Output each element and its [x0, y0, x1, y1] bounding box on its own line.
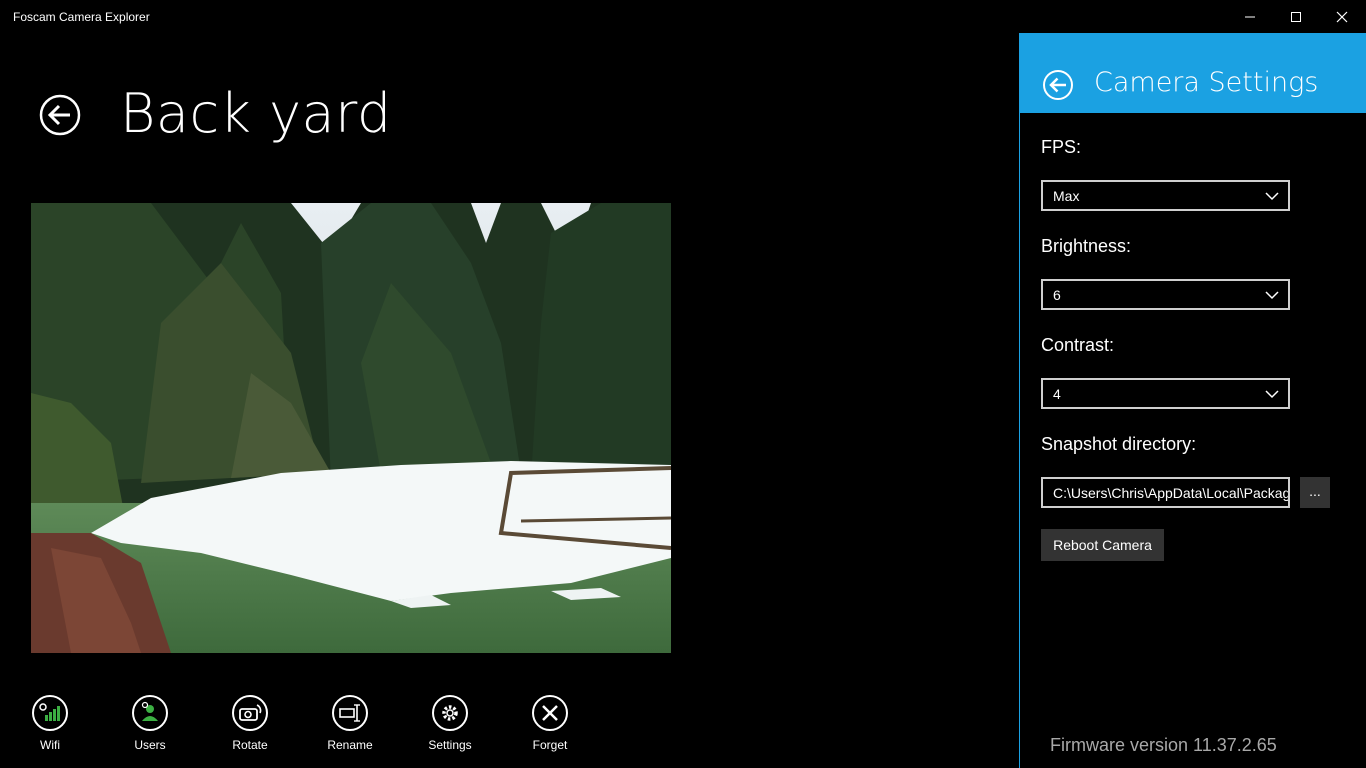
fps-label: FPS:: [1041, 137, 1082, 157]
settings-title: Camera Settings: [1094, 67, 1319, 98]
chevron-down-icon: [1265, 192, 1279, 201]
gear-icon: [432, 695, 468, 731]
camera-settings-pane: Camera Settings FPS: Max Brightness: 6 C…: [1019, 33, 1366, 768]
camera-feed: [31, 203, 671, 653]
firmware-version: Firmware version 11.37.2.65: [1050, 735, 1277, 755]
forget-button[interactable]: Forget: [510, 695, 590, 765]
chevron-down-icon: [1265, 390, 1279, 399]
reboot-camera-button[interactable]: Reboot Camera: [1041, 529, 1164, 561]
brightness-select[interactable]: 6: [1041, 279, 1290, 310]
back-arrow-icon: [39, 94, 81, 136]
wifi-button[interactable]: Wifi: [10, 695, 90, 765]
snapshot-directory-input[interactable]: [1043, 479, 1288, 506]
snapshot-directory-label: Snapshot directory:: [1041, 434, 1197, 454]
minimize-button[interactable]: [1227, 0, 1273, 33]
back-button[interactable]: [39, 94, 81, 136]
maximize-button[interactable]: [1273, 0, 1319, 33]
wifi-signal-icon: [32, 695, 68, 731]
users-label: Users: [134, 738, 166, 752]
rename-icon: [332, 695, 368, 731]
users-icon: [132, 695, 168, 731]
rename-button[interactable]: Rename: [310, 695, 390, 765]
camera-feed-image: [31, 203, 671, 653]
contrast-select[interactable]: 4: [1041, 378, 1290, 409]
fps-value: Max: [1053, 188, 1080, 204]
title-bar: Foscam Camera Explorer: [0, 0, 1366, 33]
rotate-button[interactable]: Rotate: [210, 695, 290, 765]
settings-back-button[interactable]: [1042, 69, 1074, 101]
users-button[interactable]: Users: [110, 695, 190, 765]
browse-button[interactable]: ...: [1300, 477, 1330, 508]
forget-icon: [532, 695, 568, 731]
minimize-icon: [1245, 16, 1255, 17]
close-icon: [1336, 11, 1348, 22]
brightness-value: 6: [1053, 287, 1061, 303]
snapshot-directory-field[interactable]: [1041, 477, 1290, 508]
contrast-value: 4: [1053, 386, 1061, 402]
rename-label: Rename: [327, 738, 373, 752]
chevron-down-icon: [1265, 291, 1279, 300]
page-title: Back yard: [120, 82, 392, 145]
close-button[interactable]: [1319, 0, 1365, 33]
maximize-icon: [1291, 11, 1301, 22]
app-title: Foscam Camera Explorer: [13, 10, 150, 24]
forget-label: Forget: [532, 738, 568, 752]
settings-header: Camera Settings: [1020, 33, 1366, 113]
fps-select[interactable]: Max: [1041, 180, 1290, 211]
settings-button[interactable]: Settings: [410, 695, 490, 765]
wifi-label: Wifi: [40, 738, 60, 752]
settings-label: Settings: [428, 738, 472, 752]
rotate-label: Rotate: [232, 738, 268, 752]
back-arrow-icon: [1043, 70, 1073, 100]
contrast-label: Contrast:: [1041, 335, 1115, 355]
rotate-camera-icon: [232, 695, 268, 731]
brightness-label: Brightness:: [1041, 236, 1132, 256]
